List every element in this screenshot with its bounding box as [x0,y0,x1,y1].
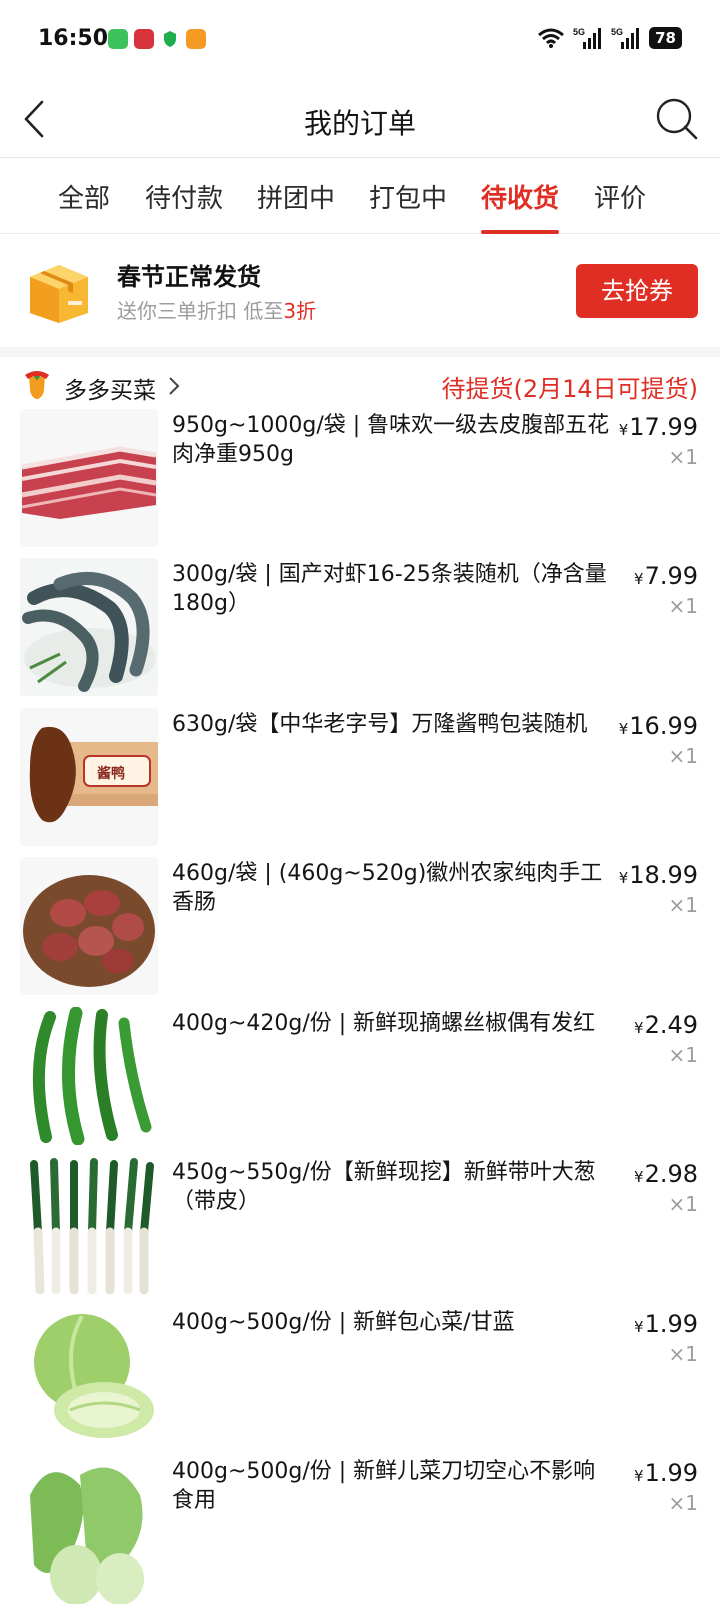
banner-title: 春节正常发货 [117,263,261,291]
orange-app-icon [186,29,206,49]
store-name[interactable]: 多多买菜 [64,371,156,405]
store-logo-icon[interactable] [20,369,54,403]
shrimp-image[interactable] [20,558,158,696]
banner-subtitle: 送你三单折扣 低至3折 [117,295,316,324]
wifi-icon [538,28,565,48]
item-price: ¥2.98 [634,1160,698,1188]
item-title: 400g~500g/份 | 新鲜儿菜刀切空心不影响食用 [172,1459,596,1513]
tab-packing[interactable]: 打包中 [369,178,447,215]
pepper-image[interactable] [20,1007,158,1145]
nav-bar: 我的订单 [0,80,720,158]
erchai-image[interactable] [20,1455,158,1604]
tab-pending-payment[interactable]: 待付款 [145,178,223,215]
tab-pending-receipt[interactable]: 待收货 [481,178,559,215]
red-app-icon [134,29,154,49]
message-app-icon [108,29,128,49]
order-item[interactable]: 450g~550g/份【新鲜现挖】新鲜带叶大葱（带皮） ¥2.98 ×1 [0,1156,720,1306]
cabbage-image[interactable] [20,1306,158,1444]
item-price: ¥1.99 [634,1310,698,1338]
item-quantity: ×1 [668,744,698,768]
notification-icons [108,29,206,49]
item-price: ¥17.99 [618,413,698,441]
sausage-image[interactable] [20,857,158,995]
item-title: 400g~420g/份 | 新鲜现摘螺丝椒偶有发红 [172,1011,596,1036]
item-title: 400g~500g/份 | 新鲜包心菜/甘蓝 [172,1310,515,1335]
chevron-right-icon[interactable] [166,376,182,396]
tab-review[interactable]: 评价 [594,178,646,215]
item-quantity: ×1 [668,1192,698,1216]
search-icon[interactable] [654,96,700,142]
package-box-icon [30,265,88,323]
order-item[interactable]: 酱鸭 630g/袋【中华老字号】万隆酱鸭包装随机 ¥16.99 ×1 [0,708,720,858]
item-price: ¥16.99 [618,712,698,740]
battery-icon: 78 [649,27,682,49]
section-divider [0,347,720,357]
svg-text:5G: 5G [573,27,585,37]
order-tabs: 全部 待付款 拼团中 打包中 待收货 评价 [0,158,720,234]
page-title: 我的订单 [303,107,416,140]
item-title: 630g/袋【中华老字号】万隆酱鸭包装随机 [172,712,588,737]
item-price: ¥1.99 [634,1459,698,1487]
item-title: 460g/袋 | (460g~520g)徽州农家纯肉手工香肠 [172,861,603,915]
item-quantity: ×1 [668,594,698,618]
item-price: ¥2.49 [634,1011,698,1039]
svg-text:5G: 5G [611,27,623,37]
tab-group-buying[interactable]: 拼团中 [257,178,335,215]
item-price: ¥7.99 [634,562,698,590]
tab-all[interactable]: 全部 [58,178,110,215]
order-item[interactable]: 400g~500g/份 | 新鲜儿菜刀切空心不影响食用 ¥1.99 ×1 [0,1455,720,1604]
order-item[interactable]: 400g~500g/份 | 新鲜包心菜/甘蓝 ¥1.99 ×1 [0,1306,720,1456]
grab-coupon-button[interactable]: 去抢券 [576,264,698,318]
order-item[interactable]: 300g/袋 | 国产对虾16-25条装随机（净含量180g） ¥7.99 ×1 [0,558,720,708]
item-quantity: ×1 [668,1043,698,1067]
duck-label-text: 酱鸭 [97,766,125,782]
shield-app-icon [160,29,180,49]
order-item[interactable]: 400g~420g/份 | 新鲜现摘螺丝椒偶有发红 ¥2.49 ×1 [0,1007,720,1157]
item-title: 950g~1000g/袋 | 鲁味欢一级去皮腹部五花肉净重950g [172,413,610,467]
banner-discount: 3折 [283,299,317,323]
order-item[interactable]: 460g/袋 | (460g~520g)徽州农家纯肉手工香肠 ¥18.99 ×1 [0,857,720,1007]
item-quantity: ×1 [668,445,698,469]
banner-subtitle-text: 送你三单折扣 低至 [117,299,284,323]
item-title: 450g~550g/份【新鲜现挖】新鲜带叶大葱（带皮） [172,1160,596,1214]
status-right: 5G 5G 78 [537,26,682,50]
pork-belly-image[interactable] [20,409,158,547]
signal-icon-2: 5G [611,27,640,49]
status-time: 16:50 [38,26,109,51]
status-bar: 16:50 5G 5G 78 [0,0,720,80]
item-price: ¥18.99 [618,861,698,889]
order-item[interactable]: 950g~1000g/袋 | 鲁味欢一级去皮腹部五花肉净重950g ¥17.99… [0,409,720,559]
store-header: 多多买菜 待提货(2月14日可提货) [0,357,720,415]
item-title: 300g/袋 | 国产对虾16-25条装随机（净含量180g） [172,562,607,616]
item-quantity: ×1 [668,1491,698,1515]
signal-icon: 5G [573,27,602,49]
item-quantity: ×1 [668,893,698,917]
item-quantity: ×1 [668,1342,698,1366]
order-status: 待提货(2月14日可提货) [441,375,698,403]
promo-banner: 春节正常发货 送你三单折扣 低至3折 去抢券 [0,235,720,347]
scallion-image[interactable] [20,1156,158,1294]
duck-image[interactable]: 酱鸭 [20,708,158,846]
active-tab-indicator [481,230,559,234]
